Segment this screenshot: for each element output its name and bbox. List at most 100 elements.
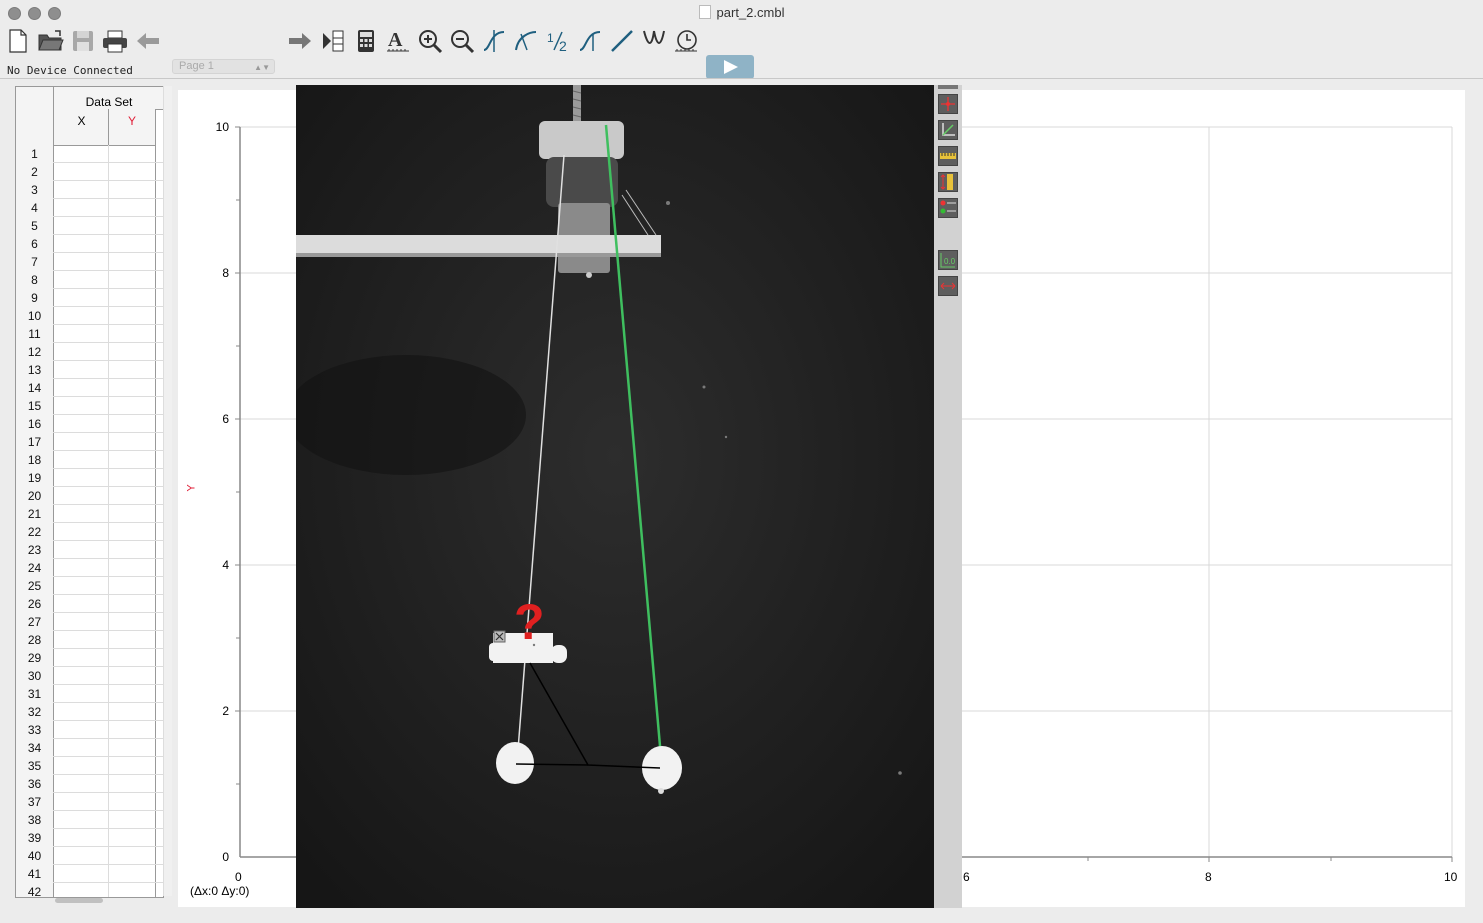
- text-annotation-icon[interactable]: A: [384, 27, 412, 55]
- cell-y[interactable]: [108, 361, 156, 378]
- cell-x[interactable]: [53, 271, 109, 288]
- cell-x[interactable]: [53, 253, 109, 270]
- table-row[interactable]: 30: [16, 667, 163, 685]
- table-row[interactable]: 41: [16, 865, 163, 883]
- cell-y[interactable]: [108, 217, 156, 234]
- cell-y[interactable]: [108, 883, 156, 897]
- linear-fit-icon[interactable]: [608, 27, 636, 55]
- table-row[interactable]: 26: [16, 595, 163, 613]
- dataset-header[interactable]: Data Set: [53, 87, 163, 110]
- cell-x[interactable]: [53, 397, 109, 414]
- cell-y[interactable]: [108, 325, 156, 342]
- stats-icon[interactable]: [576, 27, 604, 55]
- table-row[interactable]: 34: [16, 739, 163, 757]
- cell-y[interactable]: [108, 649, 156, 666]
- table-row[interactable]: 24: [16, 559, 163, 577]
- table-row[interactable]: 27: [16, 613, 163, 631]
- table-row[interactable]: 7: [16, 253, 163, 271]
- table-row[interactable]: 13: [16, 361, 163, 379]
- column-header-y[interactable]: Y: [108, 109, 156, 146]
- cell-y[interactable]: [108, 541, 156, 558]
- table-row[interactable]: 18: [16, 451, 163, 469]
- cell-x[interactable]: [53, 217, 109, 234]
- cell-x[interactable]: [53, 145, 109, 162]
- cell-x[interactable]: [53, 541, 109, 558]
- forward-arrow-icon[interactable]: [286, 27, 314, 55]
- cell-y[interactable]: [108, 811, 156, 828]
- table-row[interactable]: 31: [16, 685, 163, 703]
- page-layout-icon[interactable]: [320, 27, 346, 55]
- table-row[interactable]: 8: [16, 271, 163, 289]
- table-row[interactable]: 29: [16, 649, 163, 667]
- table-row[interactable]: 23: [16, 541, 163, 559]
- table-row[interactable]: 1: [16, 145, 163, 163]
- cell-x[interactable]: [53, 775, 109, 792]
- table-row[interactable]: 14: [16, 379, 163, 397]
- save-icon[interactable]: [70, 27, 96, 55]
- cell-x[interactable]: [53, 181, 109, 198]
- cell-y[interactable]: [108, 829, 156, 846]
- cell-y[interactable]: [108, 271, 156, 288]
- cell-x[interactable]: [53, 847, 109, 864]
- cell-x[interactable]: [53, 289, 109, 306]
- calculator-icon[interactable]: [354, 27, 378, 55]
- cell-x[interactable]: [53, 505, 109, 522]
- curve-fit-icon[interactable]: [640, 27, 668, 55]
- cell-y[interactable]: [108, 613, 156, 630]
- cell-y[interactable]: [108, 163, 156, 180]
- data-table[interactable]: Data Set X Y 1 2 3 4 5 6 7 8 9 10 11 12 13 14 15 16 17 18…: [15, 86, 164, 898]
- cell-x[interactable]: [53, 829, 109, 846]
- cell-y[interactable]: [108, 343, 156, 360]
- collect-button[interactable]: [706, 55, 754, 79]
- table-row[interactable]: 28: [16, 631, 163, 649]
- cell-y[interactable]: [108, 379, 156, 396]
- cell-y[interactable]: [108, 631, 156, 648]
- scale-tool-icon[interactable]: [938, 172, 958, 192]
- cell-y[interactable]: [108, 415, 156, 432]
- table-row[interactable]: 6: [16, 235, 163, 253]
- cell-y[interactable]: [108, 253, 156, 270]
- table-row[interactable]: 10: [16, 307, 163, 325]
- table-row[interactable]: 33: [16, 721, 163, 739]
- table-row[interactable]: 3: [16, 181, 163, 199]
- cell-x[interactable]: [53, 595, 109, 612]
- table-row[interactable]: 38: [16, 811, 163, 829]
- question-mark-annotation[interactable]: ?: [514, 597, 545, 647]
- cell-y[interactable]: [108, 523, 156, 540]
- table-row[interactable]: 9: [16, 289, 163, 307]
- cell-y[interactable]: [108, 235, 156, 252]
- tangent-icon[interactable]: [512, 27, 540, 55]
- cell-y[interactable]: [108, 865, 156, 882]
- cell-y[interactable]: [108, 685, 156, 702]
- cell-x[interactable]: [53, 487, 109, 504]
- examine-icon[interactable]: [480, 27, 508, 55]
- zoom-in-icon[interactable]: [416, 27, 444, 55]
- new-file-icon[interactable]: [6, 27, 30, 55]
- cell-y[interactable]: [108, 757, 156, 774]
- table-row[interactable]: 40: [16, 847, 163, 865]
- table-row[interactable]: 20: [16, 487, 163, 505]
- cell-y[interactable]: [108, 307, 156, 324]
- cell-y[interactable]: [108, 505, 156, 522]
- back-arrow-icon[interactable]: [134, 27, 162, 55]
- table-row[interactable]: 32: [16, 703, 163, 721]
- cell-x[interactable]: [53, 451, 109, 468]
- table-row[interactable]: 11: [16, 325, 163, 343]
- table-row[interactable]: 25: [16, 577, 163, 595]
- open-folder-icon[interactable]: [36, 27, 66, 55]
- table-row[interactable]: 22: [16, 523, 163, 541]
- cell-y[interactable]: [108, 739, 156, 756]
- table-row[interactable]: 19: [16, 469, 163, 487]
- inserted-photo[interactable]: ?: [296, 85, 934, 908]
- table-row[interactable]: 5: [16, 217, 163, 235]
- cell-x[interactable]: [53, 199, 109, 216]
- cell-y[interactable]: [108, 595, 156, 612]
- cell-y[interactable]: [108, 775, 156, 792]
- cell-y[interactable]: [108, 433, 156, 450]
- table-row[interactable]: 2: [16, 163, 163, 181]
- crosshair-tool-icon[interactable]: [938, 94, 958, 114]
- cell-y[interactable]: [108, 289, 156, 306]
- cell-y[interactable]: [108, 397, 156, 414]
- table-row[interactable]: 4: [16, 199, 163, 217]
- cell-x[interactable]: [53, 685, 109, 702]
